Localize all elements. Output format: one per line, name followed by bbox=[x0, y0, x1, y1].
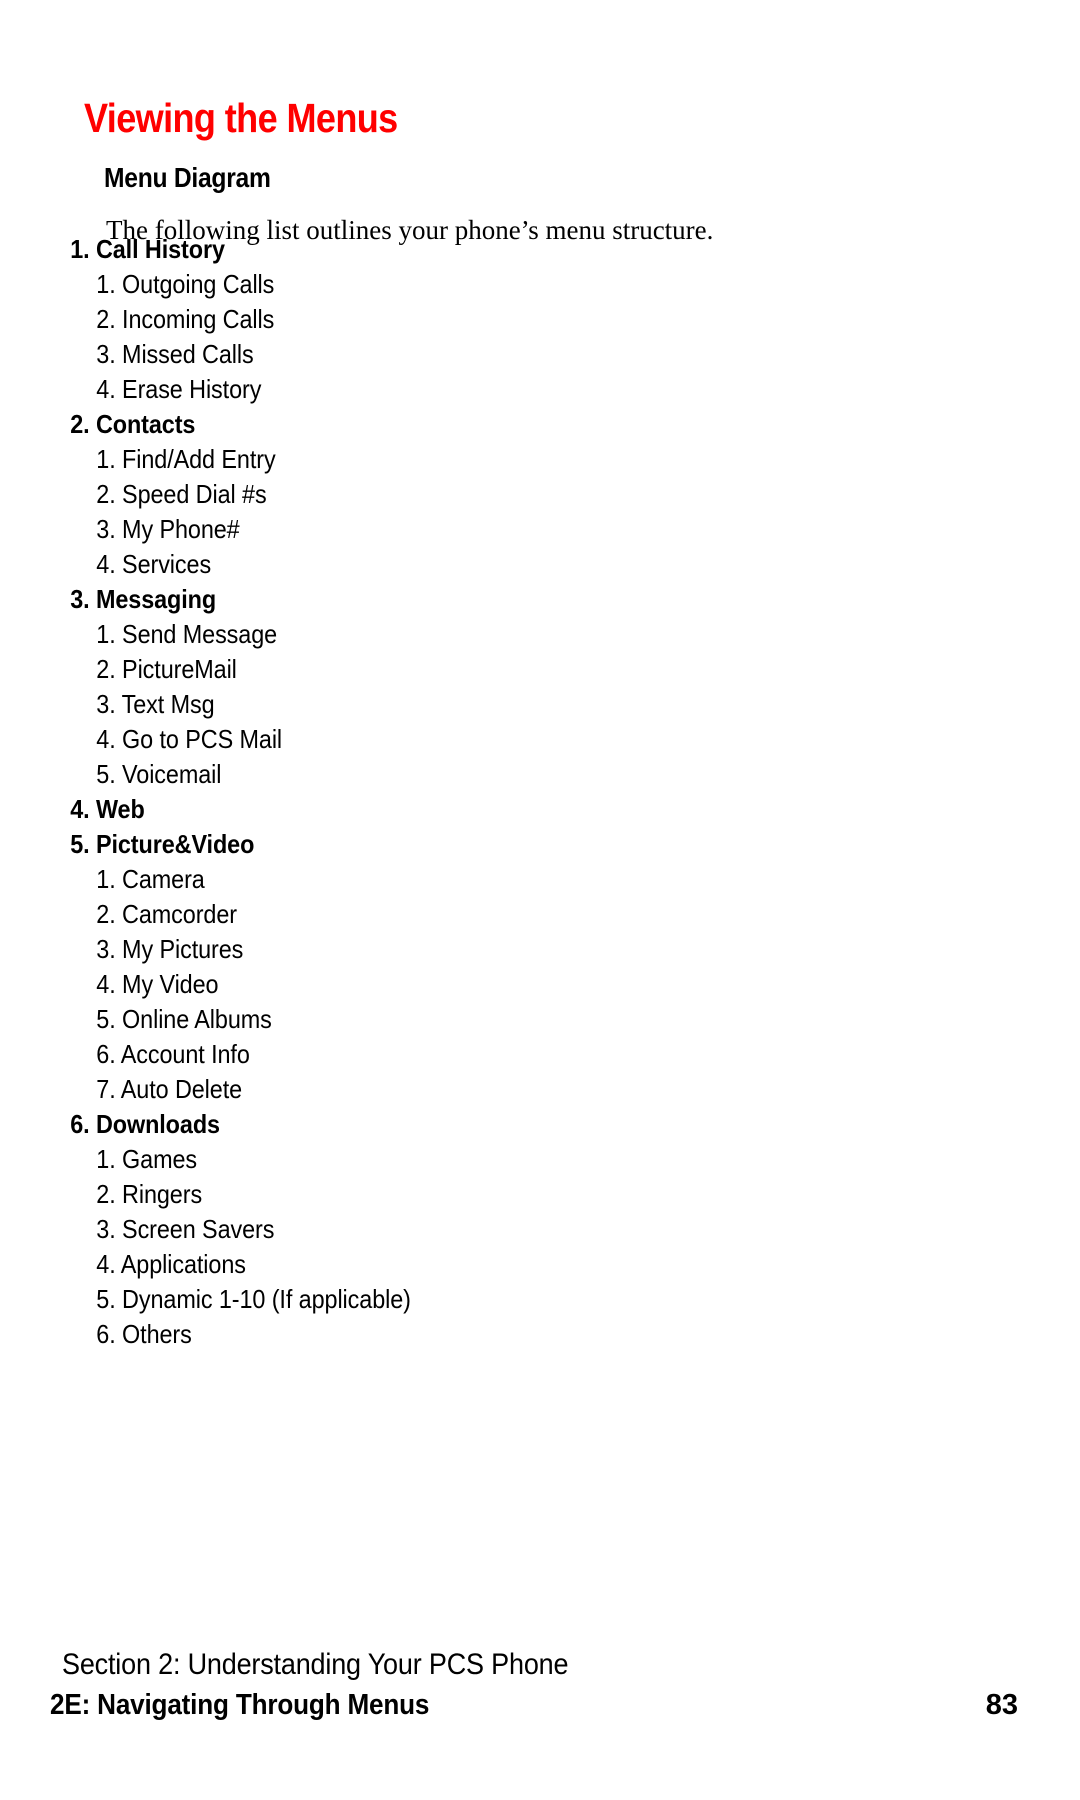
menu-sub-item: 3. My Pictures bbox=[96, 934, 244, 964]
menu-group: 3. Messaging 1. Send Message 2. PictureMai… bbox=[0, 582, 1080, 792]
menu-sub-item: 3. Text Msg bbox=[96, 689, 215, 719]
menu-sub-item: 4. Go to PCS Mail bbox=[96, 724, 283, 754]
menu-sub-item: 4. Erase History bbox=[96, 374, 262, 404]
menu-sub-item: 4. Applications bbox=[96, 1249, 246, 1279]
page-title: Viewing the Menus bbox=[84, 95, 398, 142]
menu-group: 2. Contacts 1. Find/Add Entry 2. Speed Dia… bbox=[0, 407, 1080, 582]
menu-group: 6. Downloads 1. Games 2. Ringers 3. Screen … bbox=[0, 1107, 1080, 1352]
menu-sub-item: 1. Camera bbox=[96, 864, 205, 894]
page-footer: Section 2: Understanding Your PCS Phone … bbox=[0, 1648, 1080, 1738]
menu-sub-item: 2. Speed Dial #s bbox=[96, 479, 267, 509]
menu-top-item: 2. Contacts bbox=[70, 409, 196, 439]
menu-sub-item: 4. My Video bbox=[96, 969, 219, 999]
menu-sub-item: 6. Others bbox=[96, 1319, 192, 1349]
menu-sub-item: 3. Screen Savers bbox=[96, 1214, 275, 1244]
menu-diagram-heading: Menu Diagram bbox=[104, 162, 271, 194]
menu-sub-item: 2. PictureMail bbox=[96, 654, 237, 684]
menu-sub-item: 5. Dynamic 1-10 (If applicable) bbox=[96, 1284, 411, 1314]
footer-chapter-title: 2E: Navigating Through Menus bbox=[50, 1689, 430, 1721]
menu-sub-item: 1. Send Message bbox=[96, 619, 278, 649]
menu-sub-item: 3. Missed Calls bbox=[96, 339, 254, 369]
menu-top-item: 3. Messaging bbox=[70, 584, 217, 614]
menu-sub-item: 1. Games bbox=[96, 1144, 198, 1174]
menu-sub-item: 1. Outgoing Calls bbox=[96, 269, 275, 299]
manual-page: Viewing the Menus Menu Diagram The follo… bbox=[0, 0, 1080, 1800]
menu-sub-item: 4. Services bbox=[96, 549, 212, 579]
menu-sub-item: 6. Account Info bbox=[96, 1039, 250, 1069]
menu-top-item: 6. Downloads bbox=[70, 1109, 220, 1139]
menu-sub-item: 3. My Phone# bbox=[96, 514, 240, 544]
footer-section-title: Section 2: Understanding Your PCS Phone bbox=[62, 1648, 569, 1681]
menu-sub-item: 1. Find/Add Entry bbox=[96, 444, 276, 474]
menu-sub-item: 5. Voicemail bbox=[96, 759, 222, 789]
menu-sub-item: 5. Online Albums bbox=[96, 1004, 272, 1034]
menu-group: 5. Picture&Video 1. Camera 2. Camcorder 3. … bbox=[0, 827, 1080, 1107]
menu-sub-item: 2. Camcorder bbox=[96, 899, 237, 929]
menu-top-item: 4. Web bbox=[70, 794, 145, 824]
menu-group: 4. Web bbox=[0, 792, 1080, 827]
footer-page-number: 83 bbox=[985, 1689, 1018, 1721]
menu-top-item: 1. Call History bbox=[70, 234, 225, 264]
menu-diagram-list: 1. Call History 1. Outgoing Calls 2. Incom… bbox=[0, 232, 1080, 1352]
menu-sub-item: 2. Ringers bbox=[96, 1179, 203, 1209]
menu-group: 1. Call History 1. Outgoing Calls 2. Incom… bbox=[0, 232, 1080, 407]
menu-top-item: 5. Picture&Video bbox=[70, 829, 255, 859]
menu-sub-item: 2. Incoming Calls bbox=[96, 304, 275, 334]
menu-sub-item: 7. Auto Delete bbox=[96, 1074, 243, 1104]
